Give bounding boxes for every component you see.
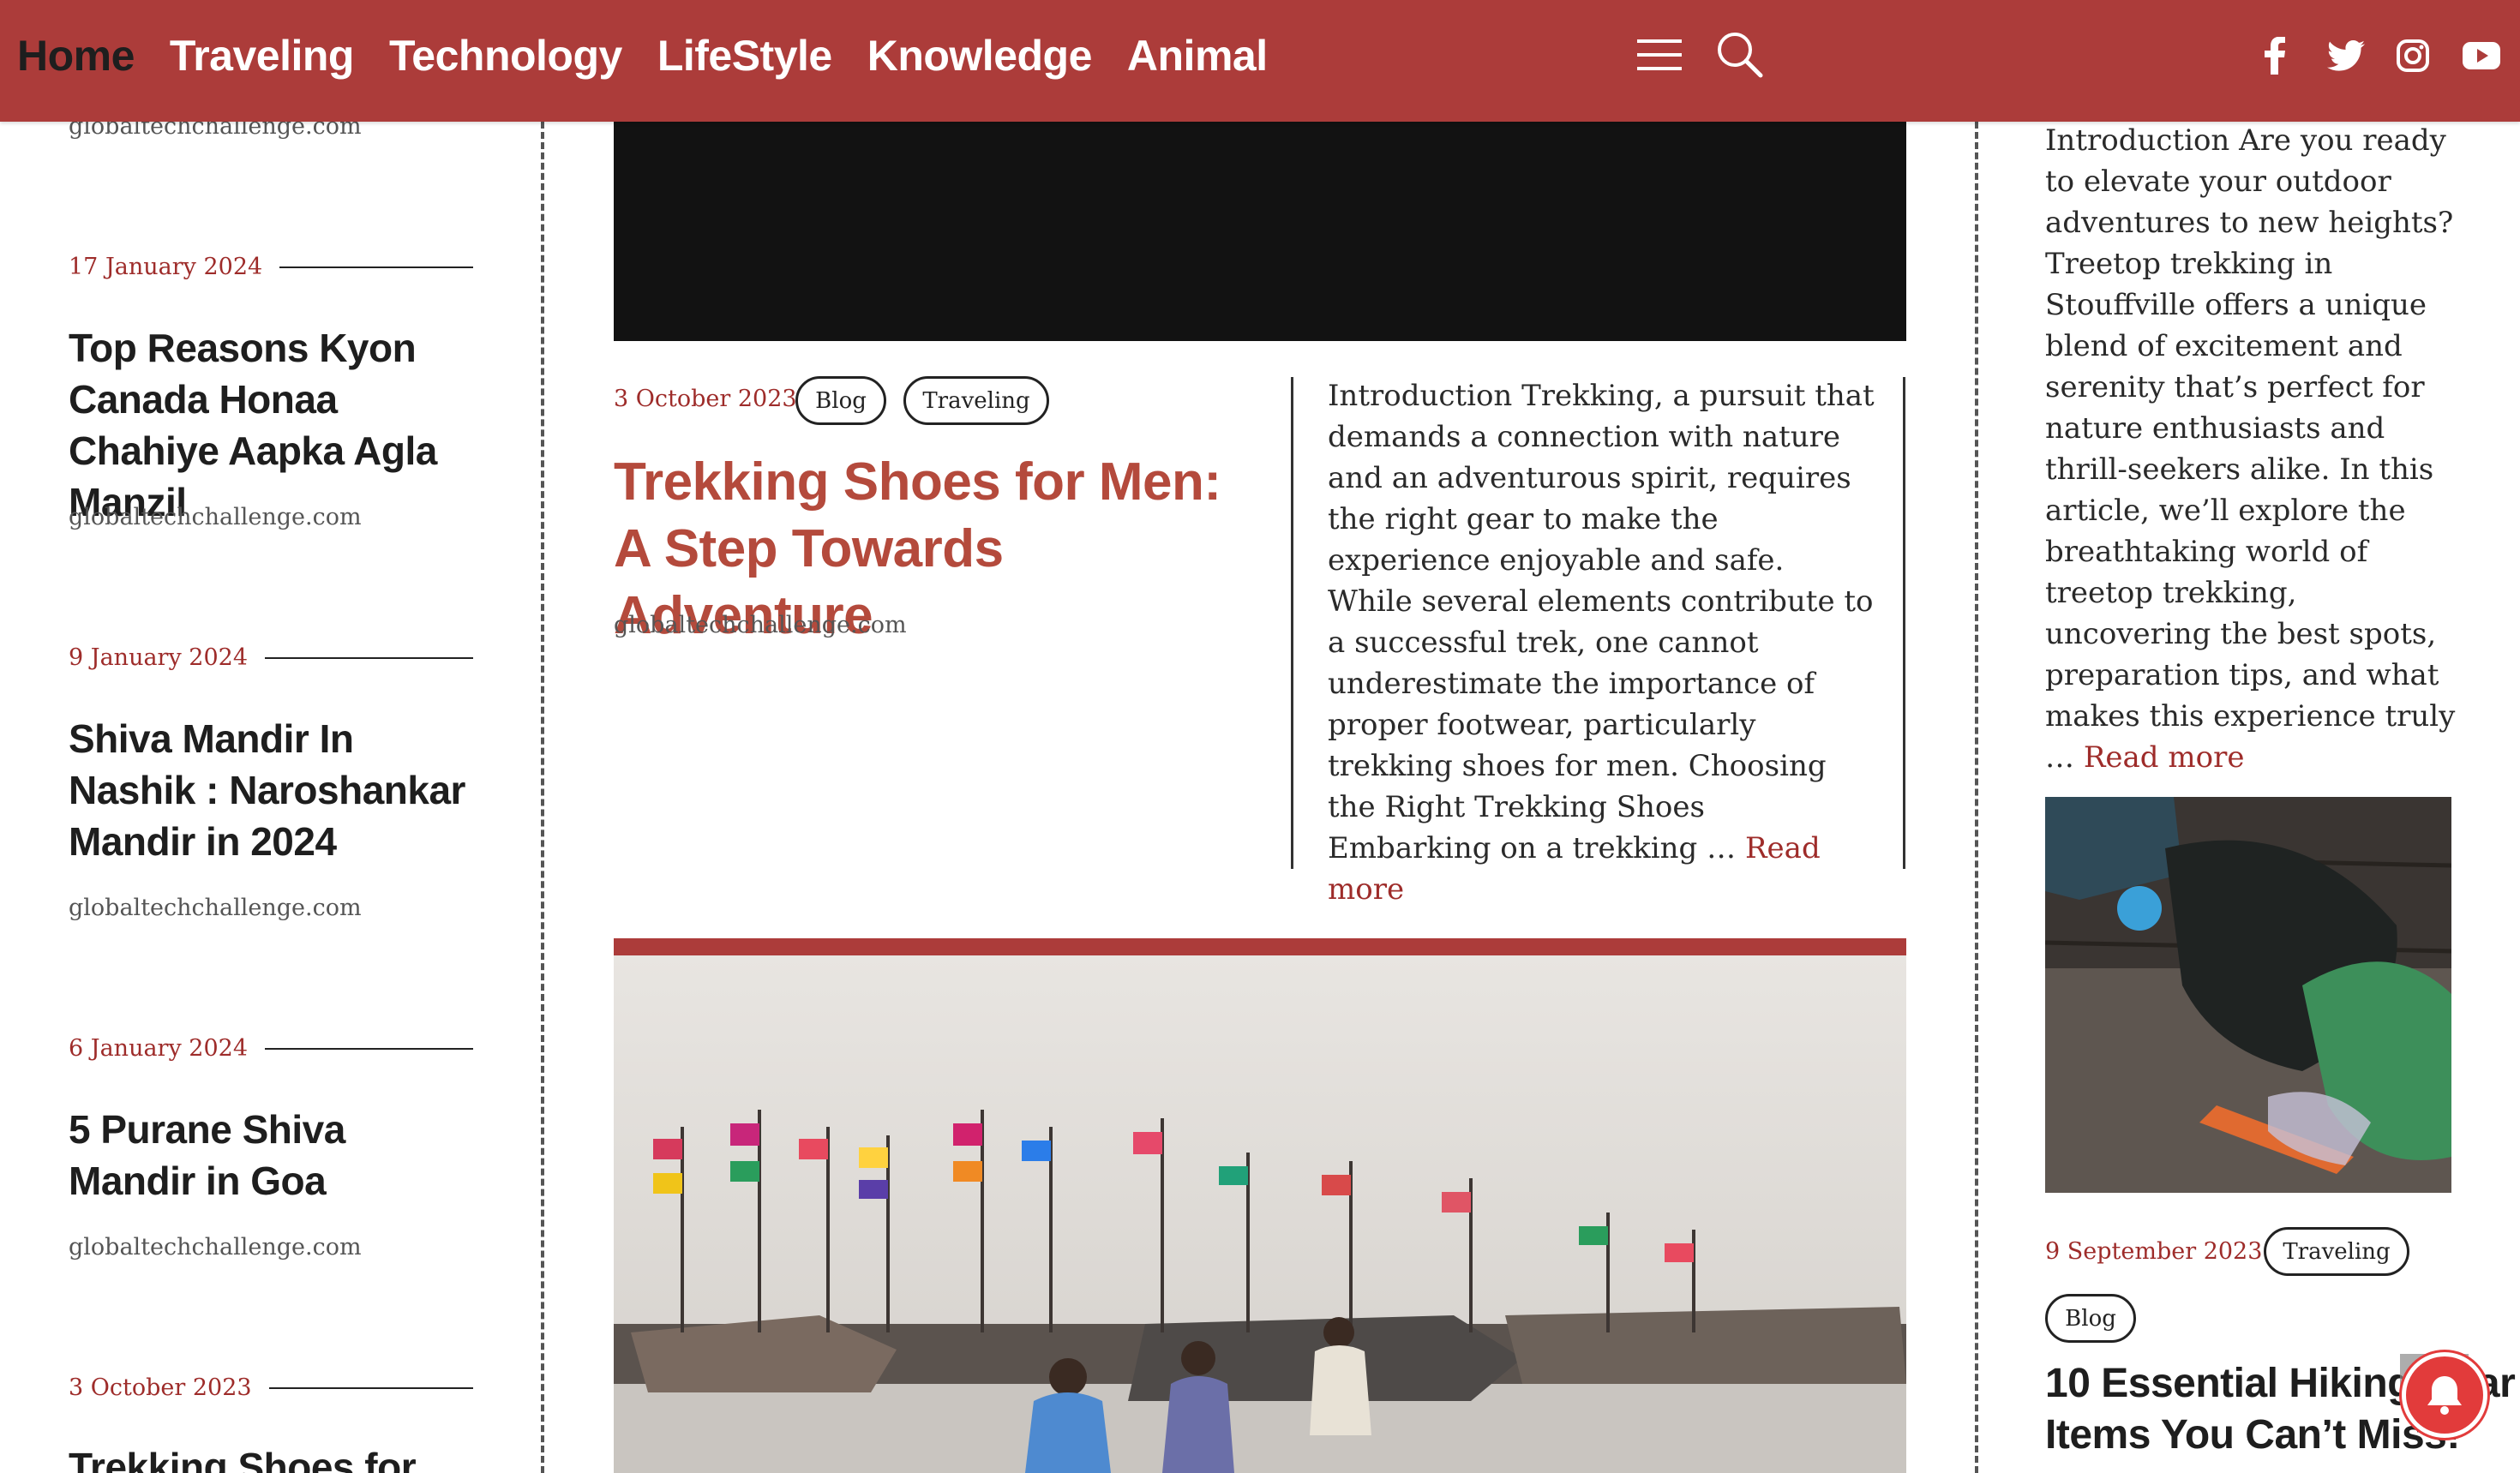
divider bbox=[265, 656, 473, 659]
twitter-icon[interactable] bbox=[2325, 34, 2367, 77]
post-date-row: 9 January 2024 bbox=[69, 644, 473, 671]
instagram-icon[interactable] bbox=[2393, 34, 2433, 77]
post-image-hiking-gear[interactable] bbox=[2045, 797, 2451, 1193]
post-card-accent-bar bbox=[614, 938, 1906, 955]
divider bbox=[265, 1047, 473, 1050]
post-title[interactable]: 5 Purane Shiva Mandir in Goa bbox=[69, 1104, 480, 1207]
post-date: 9 September 2023 bbox=[2045, 1238, 2263, 1265]
nav-item-home[interactable]: Home bbox=[17, 31, 135, 81]
post-date-row: 17 January 2024 bbox=[69, 254, 473, 280]
post-date: 6 January 2024 bbox=[69, 1035, 249, 1062]
post-site-label: globaltechchallenge.com bbox=[614, 612, 907, 638]
post-title[interactable]: Trekking Shoes for bbox=[69, 1441, 480, 1473]
post-date: 17 January 2024 bbox=[69, 254, 263, 280]
nav-item-animal[interactable]: Animal bbox=[1127, 31, 1268, 81]
nav-item-technology[interactable]: Technology bbox=[389, 31, 622, 81]
tag-traveling[interactable]: Traveling bbox=[2264, 1227, 2409, 1276]
divider bbox=[1903, 377, 1905, 869]
post-title[interactable]: Shiva Mandir In Nashik : Naroshankar Man… bbox=[69, 713, 480, 867]
post-date-row: 3 October 2023 bbox=[69, 1374, 473, 1401]
post-excerpt: Introduction Are you ready to elevate yo… bbox=[2045, 120, 2457, 778]
post-date-row: 6 January 2024 bbox=[69, 1035, 473, 1062]
post-date: 9 January 2024 bbox=[69, 644, 249, 671]
featured-image[interactable] bbox=[614, 122, 1906, 341]
post-excerpt: Introduction Trekking, a pursuit that de… bbox=[1328, 375, 1876, 910]
notification-bell-icon[interactable] bbox=[2402, 1352, 2487, 1438]
divider bbox=[279, 266, 473, 268]
column-separator-left bbox=[541, 122, 544, 1473]
read-more-link[interactable]: Read more bbox=[2084, 740, 2245, 775]
tag-blog[interactable]: Blog bbox=[795, 376, 886, 425]
post-title[interactable]: Top Reasons Kyon Canada Honaa Chahiye Aa… bbox=[69, 322, 480, 528]
post-image-boats[interactable] bbox=[614, 955, 1906, 1473]
post-excerpt-text: Introduction Are you ready to elevate yo… bbox=[2045, 123, 2456, 775]
divider bbox=[1291, 377, 1293, 869]
post-site-label: globaltechchallenge.com bbox=[69, 1234, 362, 1260]
tag-traveling[interactable]: Traveling bbox=[903, 376, 1049, 425]
main-nav: Home Traveling Technology LifeStyle Know… bbox=[17, 0, 1303, 111]
post-site-label: globaltechchallenge.com bbox=[69, 895, 362, 921]
column-separator-right bbox=[1975, 122, 1978, 1473]
nav-item-knowledge[interactable]: Knowledge bbox=[867, 31, 1093, 81]
youtube-icon[interactable] bbox=[2460, 34, 2503, 77]
post-date: 3 October 2023 bbox=[69, 1374, 252, 1401]
post-excerpt-text: Introduction Trekking, a pursuit that de… bbox=[1328, 379, 1875, 865]
facebook-icon[interactable] bbox=[2256, 34, 2294, 77]
divider bbox=[268, 1386, 473, 1389]
search-icon[interactable] bbox=[1714, 29, 1764, 79]
site-header: Home Traveling Technology LifeStyle Know… bbox=[0, 0, 2520, 122]
post-date: 3 October 2023 bbox=[614, 386, 797, 412]
post-site-label: globaltechchallenge.com bbox=[69, 504, 362, 530]
tag-blog[interactable]: Blog bbox=[2045, 1294, 2136, 1343]
nav-item-lifestyle[interactable]: LifeStyle bbox=[657, 31, 832, 81]
menu-icon[interactable] bbox=[1635, 29, 1685, 79]
nav-item-traveling[interactable]: Traveling bbox=[170, 31, 355, 81]
